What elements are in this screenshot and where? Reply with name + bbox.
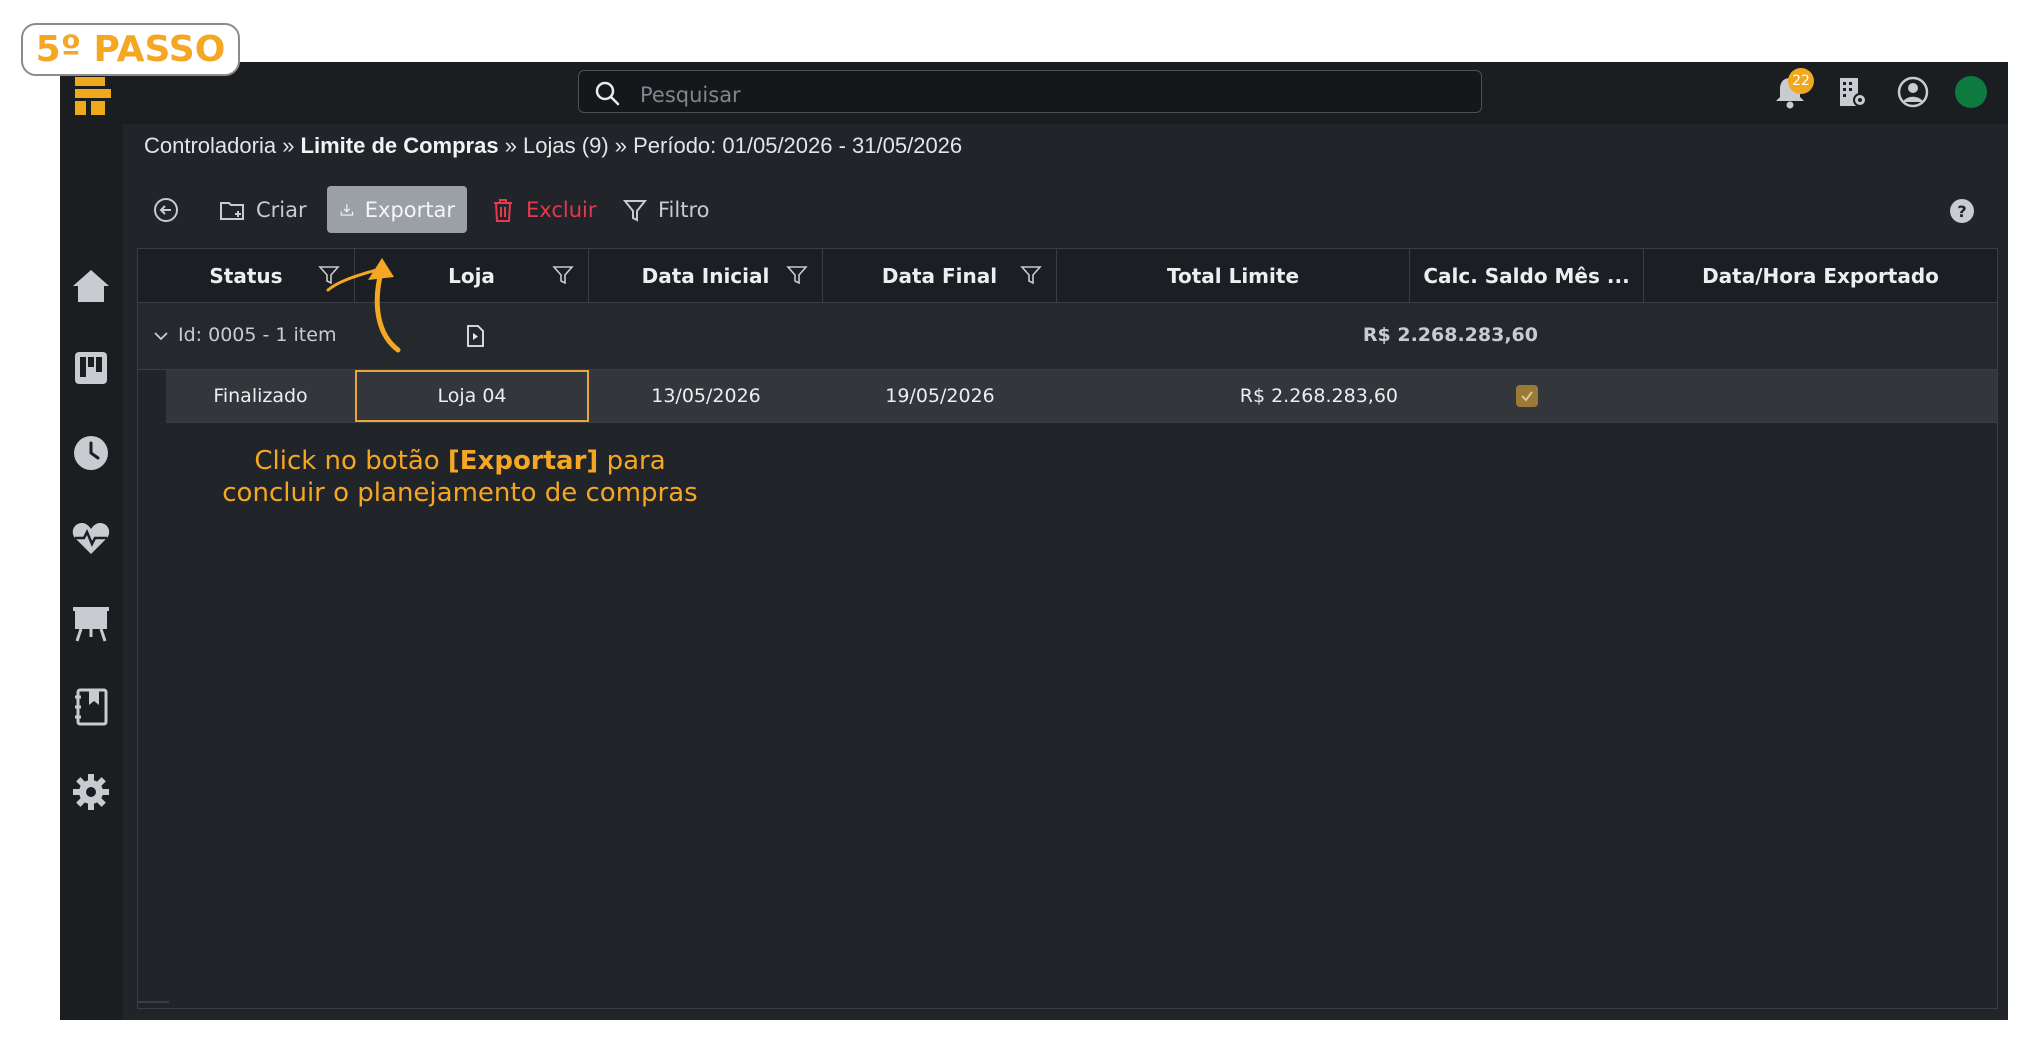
filter-label: Filtro <box>658 197 710 222</box>
presentation-board-icon[interactable] <box>69 601 113 645</box>
folder-plus-icon <box>220 201 244 220</box>
export-button[interactable]: Exportar <box>327 186 467 233</box>
top-bar: Pesquisar 22 <box>60 62 2008 124</box>
search-input[interactable]: Pesquisar <box>640 83 741 107</box>
instruction-annotation: Click no botão [Exportar] para concluir … <box>200 445 720 509</box>
file-play-icon[interactable] <box>462 323 488 349</box>
breadcrumb: Controladoria » Limite de Compras » Loja… <box>144 133 962 159</box>
cell-total-limite: R$ 2.268.283,60 <box>1239 385 1398 407</box>
app-logo[interactable] <box>75 77 111 115</box>
group-label: Id: 0005 - 1 item <box>178 324 337 346</box>
arrow-left-circle-icon <box>154 197 178 222</box>
notification-badge: 22 <box>1788 68 1814 94</box>
horizontal-scrollbar[interactable] <box>137 1001 169 1003</box>
column-header-total-limite[interactable]: Total Limite <box>1057 249 1410 302</box>
check-icon <box>1521 391 1533 402</box>
cell-calc-saldo <box>1410 370 1644 422</box>
cell-data-hora-exportado <box>1644 370 1997 422</box>
trash-icon <box>494 198 512 222</box>
table-row[interactable]: Finalizado Loja 04 13/05/2026 19/05/2026… <box>166 370 1997 423</box>
breadcrumb-limite-de-compras[interactable]: Limite de Compras <box>301 133 499 158</box>
kanban-board-icon[interactable] <box>69 346 113 390</box>
heart-pulse-icon[interactable] <box>69 516 113 560</box>
cell-loja[interactable]: Loja 04 <box>355 370 589 422</box>
column-header-data-hora-exportado[interactable]: Data/Hora Exportado <box>1644 249 1997 302</box>
annotation-suffix: para <box>598 446 666 476</box>
home-icon[interactable] <box>69 264 113 308</box>
step-badge: 5º PASSO <box>21 23 240 76</box>
search-icon <box>595 81 620 106</box>
create-button[interactable]: Criar <box>218 186 307 233</box>
column-header-data-final[interactable]: Data Final <box>823 249 1057 302</box>
svg-text:?: ? <box>1957 202 1966 221</box>
cell-data-inicial: 13/05/2026 <box>651 385 761 407</box>
chevron-down-icon[interactable] <box>152 327 170 345</box>
help-icon[interactable]: ? <box>1948 197 1976 225</box>
column-header-calc-saldo[interactable]: Calc. Saldo Mês ... <box>1410 249 1644 302</box>
annotation-highlight: [Exportar] <box>447 446 599 476</box>
download-icon <box>340 203 354 216</box>
building-settings-icon[interactable] <box>1832 72 1872 112</box>
cell-data-final: 19/05/2026 <box>885 385 995 407</box>
sidebar <box>60 124 123 1020</box>
search-bar[interactable]: Pesquisar <box>578 70 1482 113</box>
calc-saldo-checkbox[interactable] <box>1516 385 1538 407</box>
back-button[interactable] <box>152 186 190 233</box>
column-header-data-inicial[interactable]: Data Inicial <box>589 249 823 302</box>
user-account-icon[interactable] <box>1893 72 1933 112</box>
delete-button[interactable]: Excluir <box>490 186 597 233</box>
column-filter-icon[interactable] <box>786 264 808 286</box>
filter-icon <box>622 199 648 222</box>
column-filter-icon[interactable] <box>552 264 574 286</box>
bookmark-book-icon[interactable] <box>69 685 113 729</box>
pointer-arrow <box>326 258 401 353</box>
column-filter-icon[interactable] <box>1020 264 1042 286</box>
breadcrumb-controladoria[interactable]: Controladoria » <box>144 133 301 158</box>
data-grid: Status Loja Data Inicial Data Final Tota… <box>137 248 1998 1009</box>
create-label: Criar <box>256 197 307 222</box>
annotation-line2: concluir o planejamento de compras <box>222 478 698 508</box>
gear-icon[interactable] <box>69 770 113 814</box>
export-label: Exportar <box>364 197 455 222</box>
annotation-prefix: Click no botão <box>254 446 448 476</box>
filter-button[interactable]: Filtro <box>622 186 709 233</box>
breadcrumb-lojas-periodo: » Lojas (9) » Período: 01/05/2026 - 31/0… <box>498 133 963 158</box>
cell-status: Finalizado <box>213 385 308 407</box>
clock-icon[interactable] <box>69 431 113 475</box>
delete-label: Excluir <box>526 197 597 222</box>
online-status-indicator <box>1955 76 1987 108</box>
group-total: R$ 2.268.283,60 <box>1362 324 1538 346</box>
